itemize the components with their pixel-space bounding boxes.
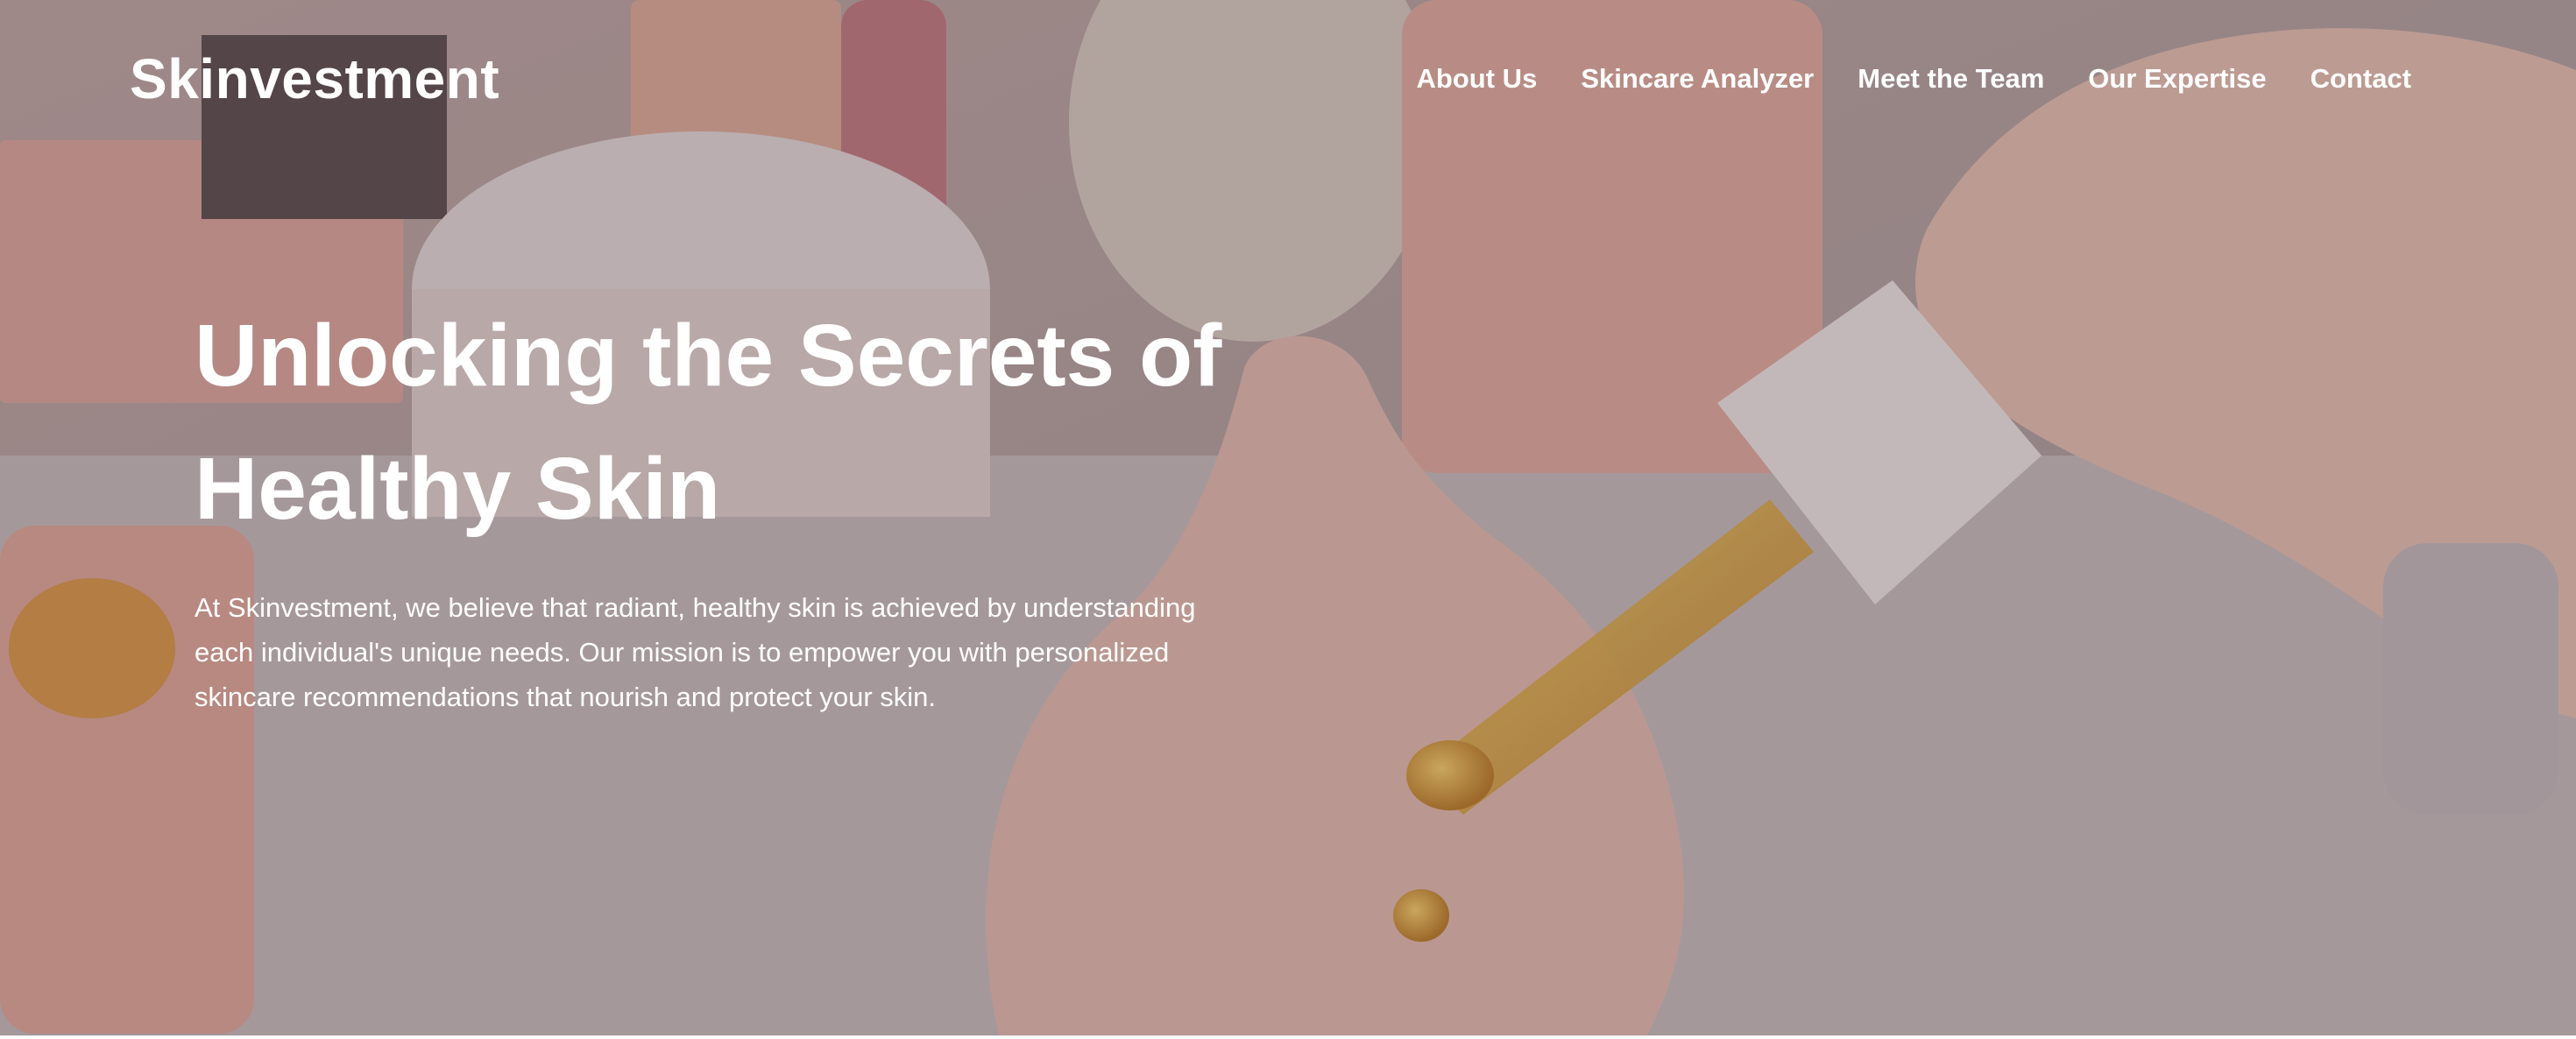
nav-contact[interactable]: Contact — [2311, 61, 2411, 96]
nav-about-us[interactable]: About Us — [1417, 61, 1538, 96]
page-bottom-edge — [0, 1035, 2576, 1039]
hero-intro-text: At Skinvestment, we believe that radiant… — [195, 592, 1196, 712]
main-nav: About Us Skincare Analyzer Meet the Team… — [1417, 61, 2411, 96]
brand-logo[interactable]: Skinvestment — [130, 46, 499, 112]
nav-meet-the-team[interactable]: Meet the Team — [1858, 61, 2044, 96]
hero-section: Skinvestment About Us Skincare Analyzer … — [0, 0, 2576, 1035]
hero-headline: Unlocking the Secrets of Healthy Skin — [195, 307, 1222, 538]
nav-our-expertise[interactable]: Our Expertise — [2088, 61, 2266, 96]
nav-skincare-analyzer[interactable]: Skincare Analyzer — [1581, 61, 1814, 96]
